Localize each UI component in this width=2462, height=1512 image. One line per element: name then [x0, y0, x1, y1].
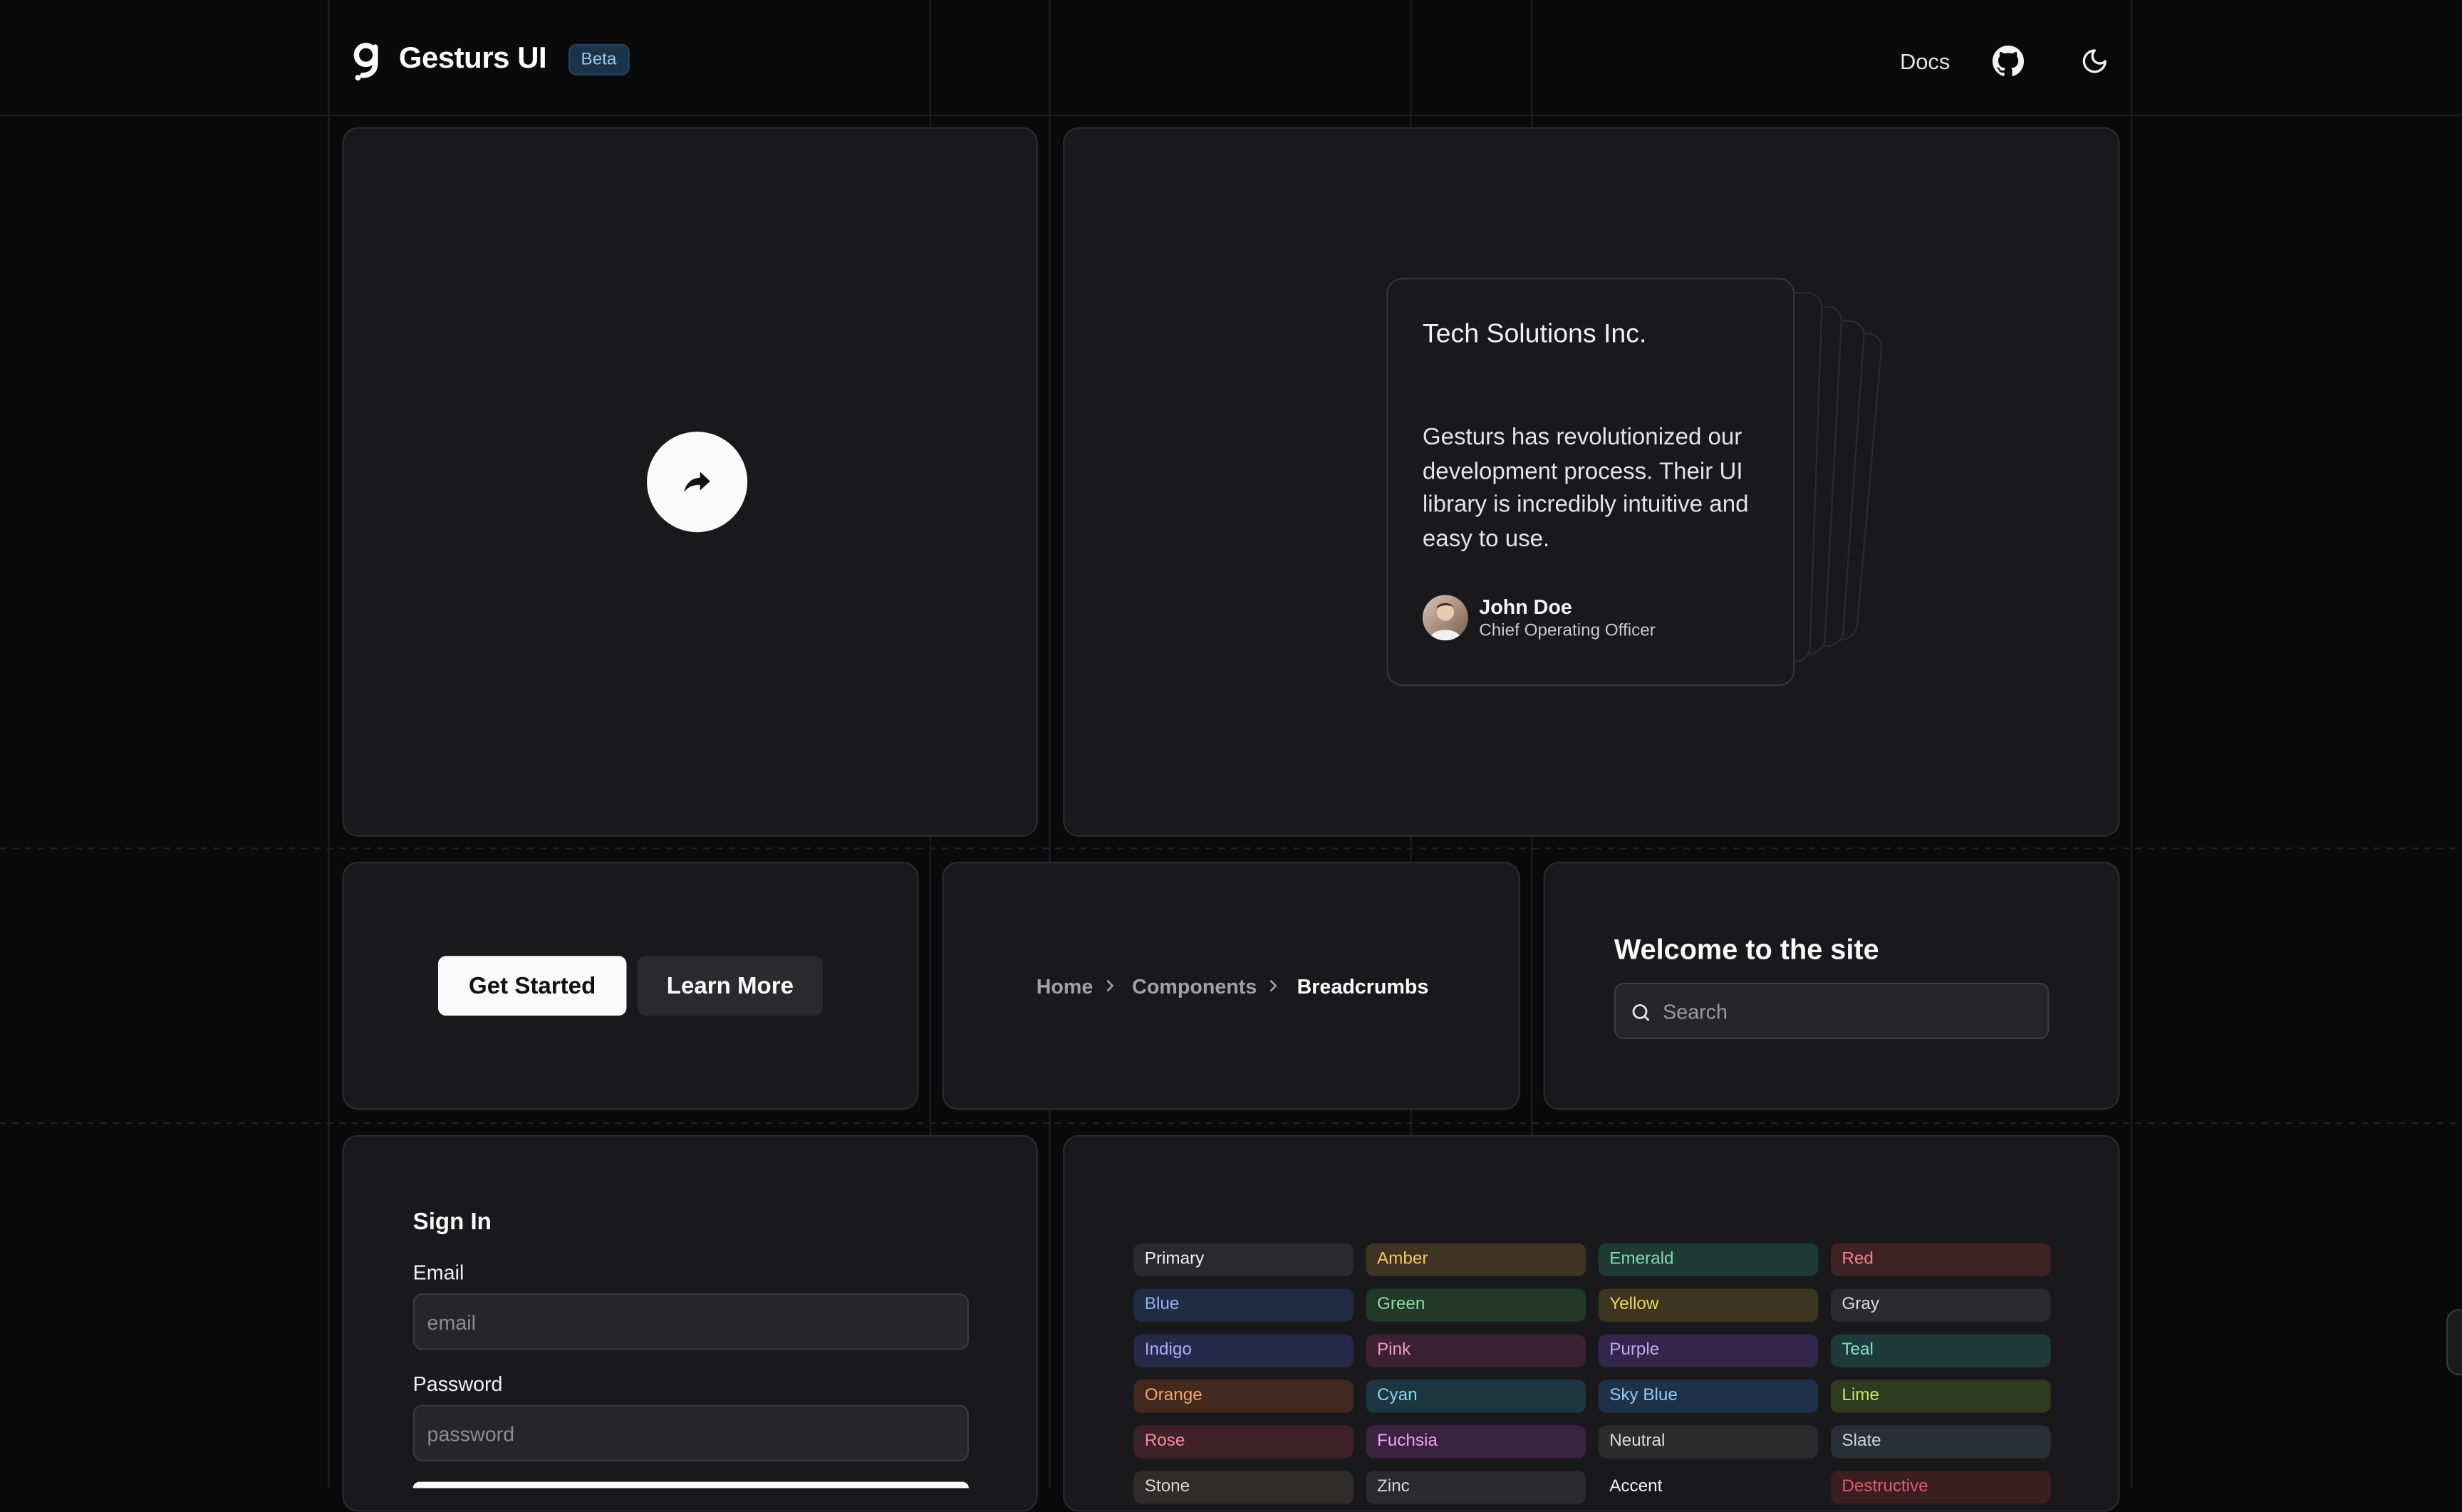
grid-line [2130, 0, 2133, 1488]
badge-emerald: Emerald [1598, 1243, 1819, 1276]
chevron-right-icon [1106, 980, 1113, 992]
grid-line [0, 1122, 2462, 1125]
badge-blue: Blue [1133, 1288, 1354, 1322]
buttons-card [342, 862, 919, 1110]
badge-lime: Lime [1830, 1380, 2051, 1413]
welcome-title: Welcome to the site [1614, 934, 1879, 966]
learn-more-button[interactable]: Learn More [637, 956, 823, 1016]
testimonial-name: John Doe [1479, 595, 1572, 619]
password-label: Password [412, 1372, 503, 1396]
badge-sky-blue: Sky Blue [1598, 1380, 1819, 1413]
testimonial-role: Chief Operating Officer [1479, 621, 1656, 641]
password-field[interactable] [412, 1404, 969, 1462]
badge-destructive: Destructive [1830, 1471, 2051, 1504]
nav-docs-link[interactable]: Docs [1900, 48, 1950, 73]
chevron-right-icon [1269, 980, 1277, 992]
badge-primary: Primary [1133, 1243, 1354, 1276]
badge-cyan: Cyan [1366, 1380, 1586, 1413]
badge-green: Green [1366, 1288, 1586, 1322]
testimonial-quote: Gesturs has revolutionized our developme… [1422, 424, 1749, 553]
search-icon [1632, 1003, 1649, 1021]
badge-accent: Accent [1598, 1471, 1819, 1504]
avatar [1422, 595, 1468, 641]
badge-purple: Purple [1598, 1334, 1819, 1367]
brand-name[interactable]: Gesturs UI [399, 43, 547, 77]
badge-teal: Teal [1830, 1334, 2051, 1367]
share-arrow-icon [684, 471, 710, 492]
beta-badge: Beta [568, 43, 630, 75]
badge-orange: Orange [1133, 1380, 1354, 1413]
logo-icon[interactable] [348, 41, 383, 81]
signin-button[interactable] [412, 1481, 969, 1488]
badge-slate: Slate [1830, 1425, 2051, 1459]
badge-zinc: Zinc [1366, 1471, 1586, 1504]
badge-rose: Rose [1133, 1425, 1354, 1459]
badge-amber: Amber [1366, 1243, 1586, 1276]
badge-yellow: Yellow [1598, 1288, 1819, 1322]
company-name: Tech Solutions Inc. [1422, 318, 1647, 349]
breadcrumb-current: Breadcrumbs [1297, 974, 1429, 999]
moon-icon[interactable] [2077, 44, 2112, 78]
grid-line [328, 0, 330, 1488]
badge-gray: Gray [1830, 1288, 2051, 1322]
email-field[interactable] [412, 1293, 969, 1350]
grid-line [0, 114, 2462, 117]
breadcrumb-components[interactable]: Components [1132, 975, 1257, 999]
share-button[interactable] [647, 432, 748, 533]
signin-title: Sign In [412, 1209, 492, 1236]
email-label: Email [412, 1260, 464, 1284]
badge-neutral: Neutral [1598, 1425, 1819, 1459]
grid-line [1049, 0, 1051, 1488]
badge-red: Red [1830, 1243, 2051, 1276]
side-drawer-handle[interactable] [2446, 1309, 2462, 1375]
search-input[interactable] [1663, 984, 2025, 1038]
badge-fuchsia: Fuchsia [1366, 1425, 1586, 1459]
badge-pink: Pink [1366, 1334, 1586, 1367]
github-icon[interactable] [1991, 44, 2025, 78]
get-started-button[interactable]: Get Started [437, 956, 627, 1016]
badge-stone: Stone [1133, 1471, 1354, 1504]
breadcrumb-home[interactable]: Home [1037, 975, 1094, 999]
search-box[interactable] [1614, 982, 2050, 1040]
grid-line [0, 848, 2462, 850]
badge-indigo: Indigo [1133, 1334, 1354, 1367]
